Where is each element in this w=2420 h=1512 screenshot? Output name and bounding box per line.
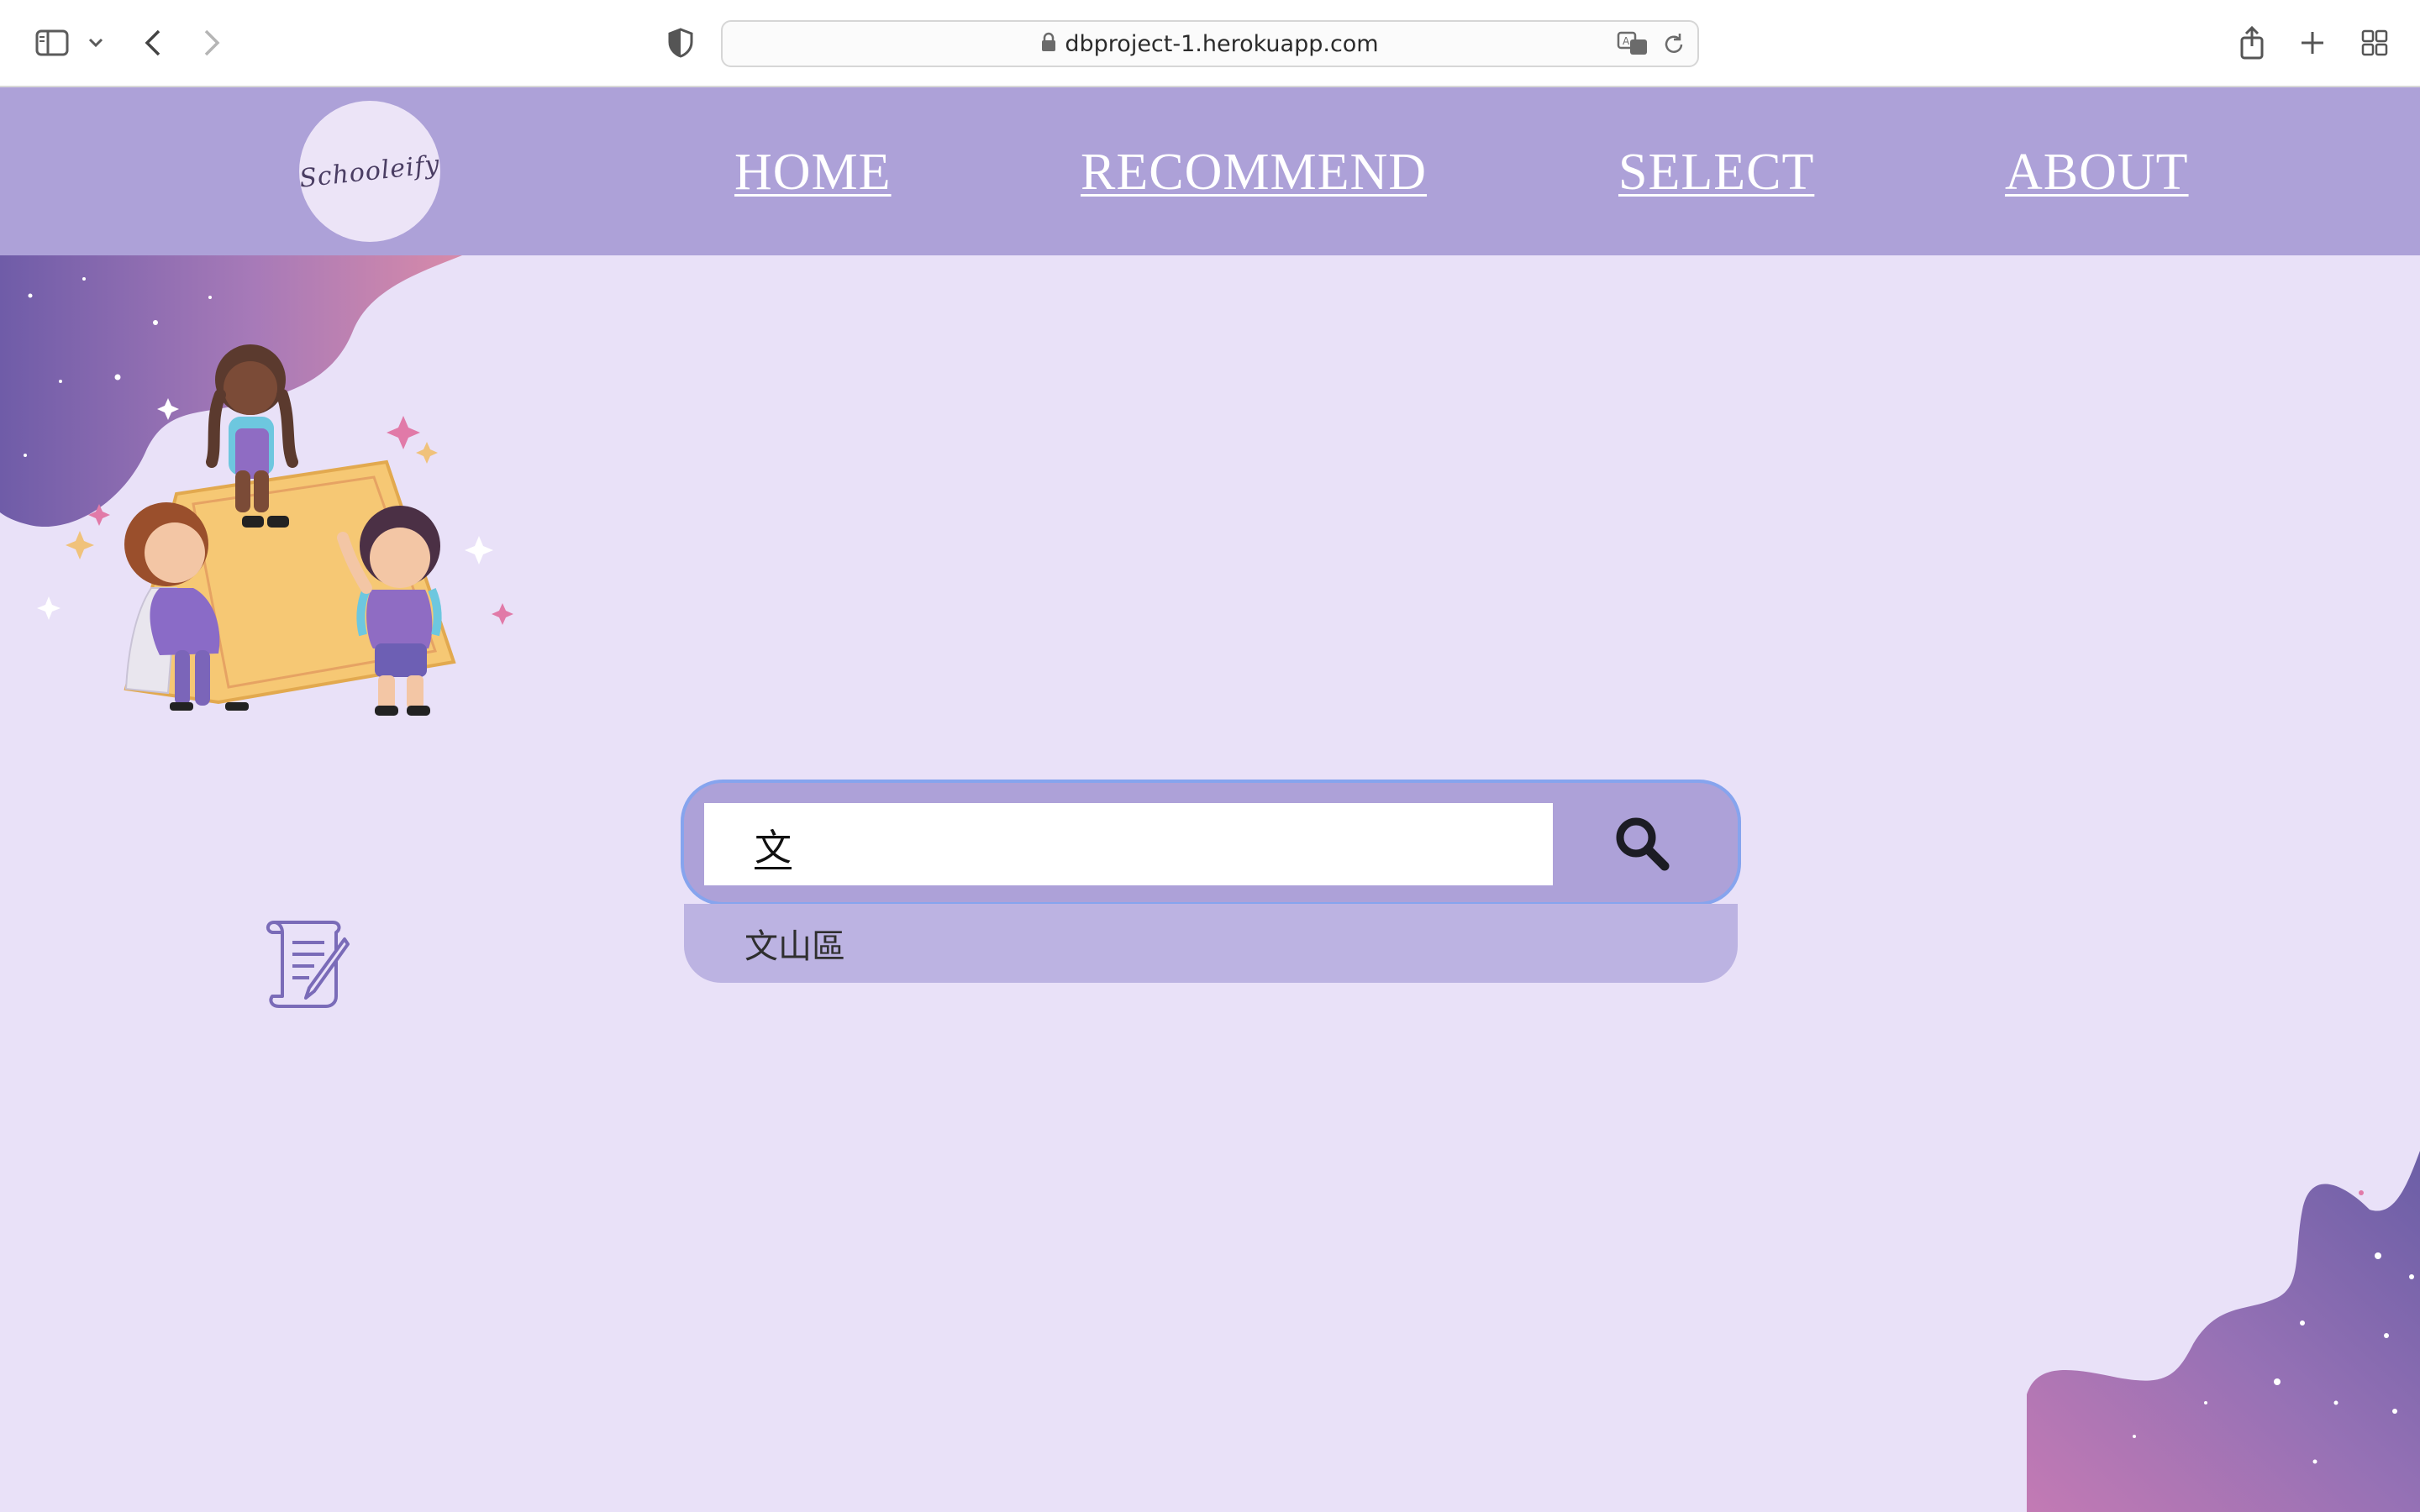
scroll-document-icon[interactable] — [260, 916, 355, 1010]
reload-icon[interactable] — [1662, 32, 1686, 61]
nav-home[interactable]: HOME — [734, 143, 892, 202]
plus-icon[interactable] — [2296, 18, 2329, 67]
search-button[interactable] — [1558, 791, 1726, 895]
shield-icon[interactable] — [666, 18, 696, 67]
search-input[interactable] — [704, 803, 1553, 885]
nav-recommend[interactable]: RECOMMEND — [1081, 143, 1427, 202]
svg-text:A: A — [1623, 35, 1630, 47]
site-header: Schooleify HOME RECOMMEND SELECT ABOUT — [0, 87, 2420, 255]
translate-icon[interactable]: A — [1617, 30, 1650, 61]
address-bar[interactable]: dbproject-1.herokuapp.com A — [721, 20, 1699, 67]
suggestion-label: 文山區 — [744, 927, 845, 966]
url-text: dbproject-1.herokuapp.com — [1065, 30, 1379, 57]
back-icon[interactable] — [136, 18, 170, 67]
nav-select[interactable]: SELECT — [1618, 143, 1814, 202]
decorative-blob-bottom-right — [2027, 1151, 2420, 1512]
logo-text: Schooleify — [297, 149, 442, 194]
kids-illustration — [37, 344, 513, 716]
tabs-grid-icon[interactable] — [2358, 18, 2391, 67]
share-icon[interactable] — [2235, 18, 2269, 67]
chevron-down-icon[interactable] — [84, 18, 108, 67]
search-bar — [681, 780, 1741, 906]
browser-toolbar: dbproject-1.herokuapp.com A — [0, 0, 2420, 87]
site-logo[interactable]: Schooleify — [297, 101, 442, 242]
search-suggestion-item[interactable]: 文山區 — [684, 904, 1738, 983]
nav-about[interactable]: ABOUT — [2005, 143, 2189, 202]
forward-icon[interactable] — [195, 18, 229, 67]
search-icon — [1616, 817, 1670, 871]
sidebar-icon[interactable] — [32, 18, 72, 67]
lock-icon — [1041, 32, 1056, 56]
